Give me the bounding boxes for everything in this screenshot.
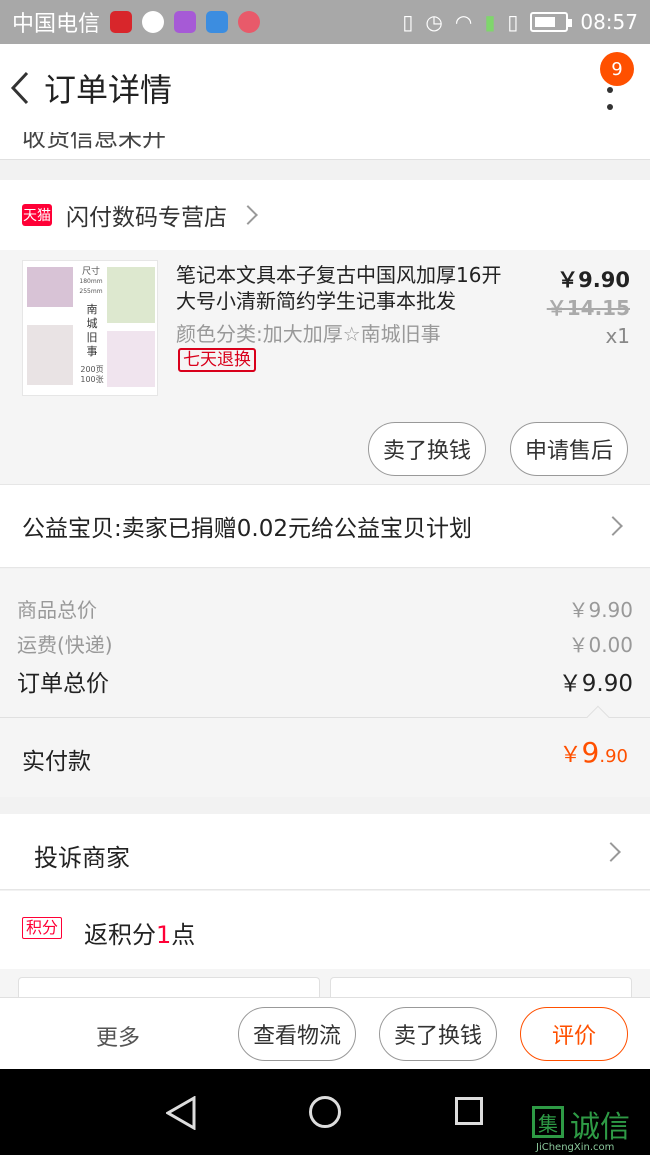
- complain-label: 投诉商家: [34, 844, 130, 872]
- wifi-icon: ◠: [454, 10, 473, 34]
- paid-currency: ￥: [559, 743, 582, 768]
- chevron-right-icon: [238, 205, 258, 225]
- order-item: 尺寸 180mm 255mm 南城旧事 200页 100张 笔记本文具本子复古中…: [0, 250, 650, 484]
- watermark: 集 诚信 JiChengXin.com: [532, 1102, 650, 1155]
- thumb-block: [27, 325, 73, 385]
- original-price: ￥14.15: [546, 296, 630, 320]
- paid-decimal: .90: [599, 746, 628, 767]
- after-sale-button[interactable]: 申请售后: [510, 422, 628, 476]
- clock: 08:57: [580, 10, 638, 34]
- watermark-subtext: JiChengXin.com: [536, 1142, 615, 1153]
- watermark-text: 诚信: [570, 1110, 630, 1145]
- more-button[interactable]: 更多: [96, 1020, 140, 1052]
- address-section-partial: 收货信息未开: [0, 132, 650, 160]
- thumb-title: 南城旧事: [86, 303, 98, 358]
- sim-icon: ▯: [507, 10, 519, 34]
- gallery-icon: [174, 11, 197, 33]
- vibrate-icon: ▯: [402, 10, 414, 34]
- signal-icon: ▮: [484, 10, 496, 34]
- pdd-icon: [110, 11, 133, 33]
- carrier-label: 中国电信: [12, 12, 101, 37]
- view-logistics-button[interactable]: 查看物流: [238, 1007, 356, 1061]
- paid-amount: ￥9.90: [560, 736, 628, 769]
- shop-name: 闪付数码专营店: [66, 205, 227, 231]
- shipping-value: ￥0.00: [568, 633, 633, 657]
- charity-text: 公益宝贝:卖家已捐赠0.02元给公益宝贝计划: [22, 516, 472, 542]
- thumb-size2: 255mm: [79, 288, 103, 295]
- qq-icon: [142, 11, 165, 33]
- thumb-sheets-text: 100张: [80, 375, 104, 384]
- product-thumbnail[interactable]: 尺寸 180mm 255mm 南城旧事 200页 100张: [22, 260, 158, 396]
- paid-integer: 9: [581, 736, 600, 769]
- shop-row[interactable]: 天猫 闪付数码专营店: [0, 180, 650, 250]
- thumb-size-label: 尺寸: [81, 267, 100, 277]
- thumb-pages: 200页 100张: [79, 365, 105, 385]
- recents-square-icon[interactable]: [455, 1097, 483, 1125]
- goods-total-row: 商品总价 ￥9.90: [17, 594, 633, 623]
- thumb-block: [27, 267, 73, 307]
- home-circle-icon[interactable]: [309, 1096, 341, 1128]
- back-triangle-icon[interactable]: [166, 1096, 196, 1130]
- order-total-label: 订单总价: [17, 671, 109, 697]
- points-prefix: 返积分: [84, 921, 156, 949]
- chevron-right-icon: [601, 842, 621, 862]
- bottom-action-bar: 更多 查看物流 卖了换钱 评价: [0, 997, 650, 1069]
- files-icon: [206, 11, 229, 33]
- recommend-cards-partial: [0, 969, 650, 1001]
- order-total-row: 订单总价 ￥9.90: [17, 664, 633, 698]
- status-bar: 中国电信 ▯ ◷ ◠ ▮ ▯ 08:57: [0, 0, 650, 44]
- thumb-block: [107, 331, 155, 387]
- page-title: 订单详情: [44, 71, 173, 109]
- order-total-value: ￥9.90: [558, 671, 633, 697]
- price-summary: 商品总价 ￥9.90 运费(快递) ￥0.00 订单总价 ￥9.90: [0, 569, 650, 717]
- return-policy-tag: 七天退换: [178, 348, 256, 372]
- product-title[interactable]: 笔记本文具本子复古中国风加厚16开大号小清新简约学生记事本批发: [176, 262, 516, 314]
- product-sku: 颜色分类:加大加厚☆南城旧事: [176, 322, 441, 346]
- points-count: 1: [156, 921, 172, 949]
- review-button[interactable]: 评价: [520, 1007, 628, 1061]
- notification-badge: 9: [600, 52, 634, 86]
- sell-for-cash-button[interactable]: 卖了换钱: [368, 422, 486, 476]
- shipping-row: 运费(快递) ￥0.00: [17, 629, 633, 658]
- shipping-label: 运费(快递): [17, 633, 113, 657]
- sell-for-cash-button[interactable]: 卖了换钱: [379, 1007, 497, 1061]
- chevron-right-icon: [603, 516, 623, 536]
- points-suffix: 点: [171, 921, 196, 949]
- tmall-icon: 天猫: [22, 204, 52, 226]
- goods-total-label: 商品总价: [17, 598, 97, 622]
- paid-row: 实付款 ￥9.90: [0, 705, 650, 797]
- points-row: 积分 返积分1点: [0, 891, 650, 969]
- thumb-block: [107, 267, 155, 323]
- points-text: 返积分1点: [84, 915, 195, 950]
- alarm-icon: ◷: [425, 10, 443, 34]
- product-price: ￥9.90: [557, 268, 630, 292]
- thumb-size1: 180mm: [79, 278, 103, 285]
- huawei-icon: [238, 11, 261, 33]
- goods-total-value: ￥9.90: [568, 598, 633, 622]
- charity-row[interactable]: 公益宝贝:卖家已捐赠0.02元给公益宝贝计划: [0, 484, 650, 568]
- address-partial-text: 收货信息未开: [22, 132, 166, 152]
- battery-icon: [530, 12, 573, 32]
- paid-label: 实付款: [22, 749, 91, 775]
- back-icon[interactable]: [0, 44, 40, 132]
- product-quantity: x1: [605, 324, 630, 348]
- thumb-pages-text: 200页: [80, 365, 104, 374]
- complain-row[interactable]: 投诉商家: [0, 814, 650, 890]
- header: 订单详情 9: [0, 44, 650, 132]
- watermark-logo-icon: 集: [532, 1106, 564, 1138]
- points-tag: 积分: [22, 917, 63, 939]
- thumb-size: 尺寸 180mm 255mm: [79, 267, 103, 297]
- status-indicators: ▯ ◷ ◠ ▮ ▯ 08:57: [402, 10, 638, 34]
